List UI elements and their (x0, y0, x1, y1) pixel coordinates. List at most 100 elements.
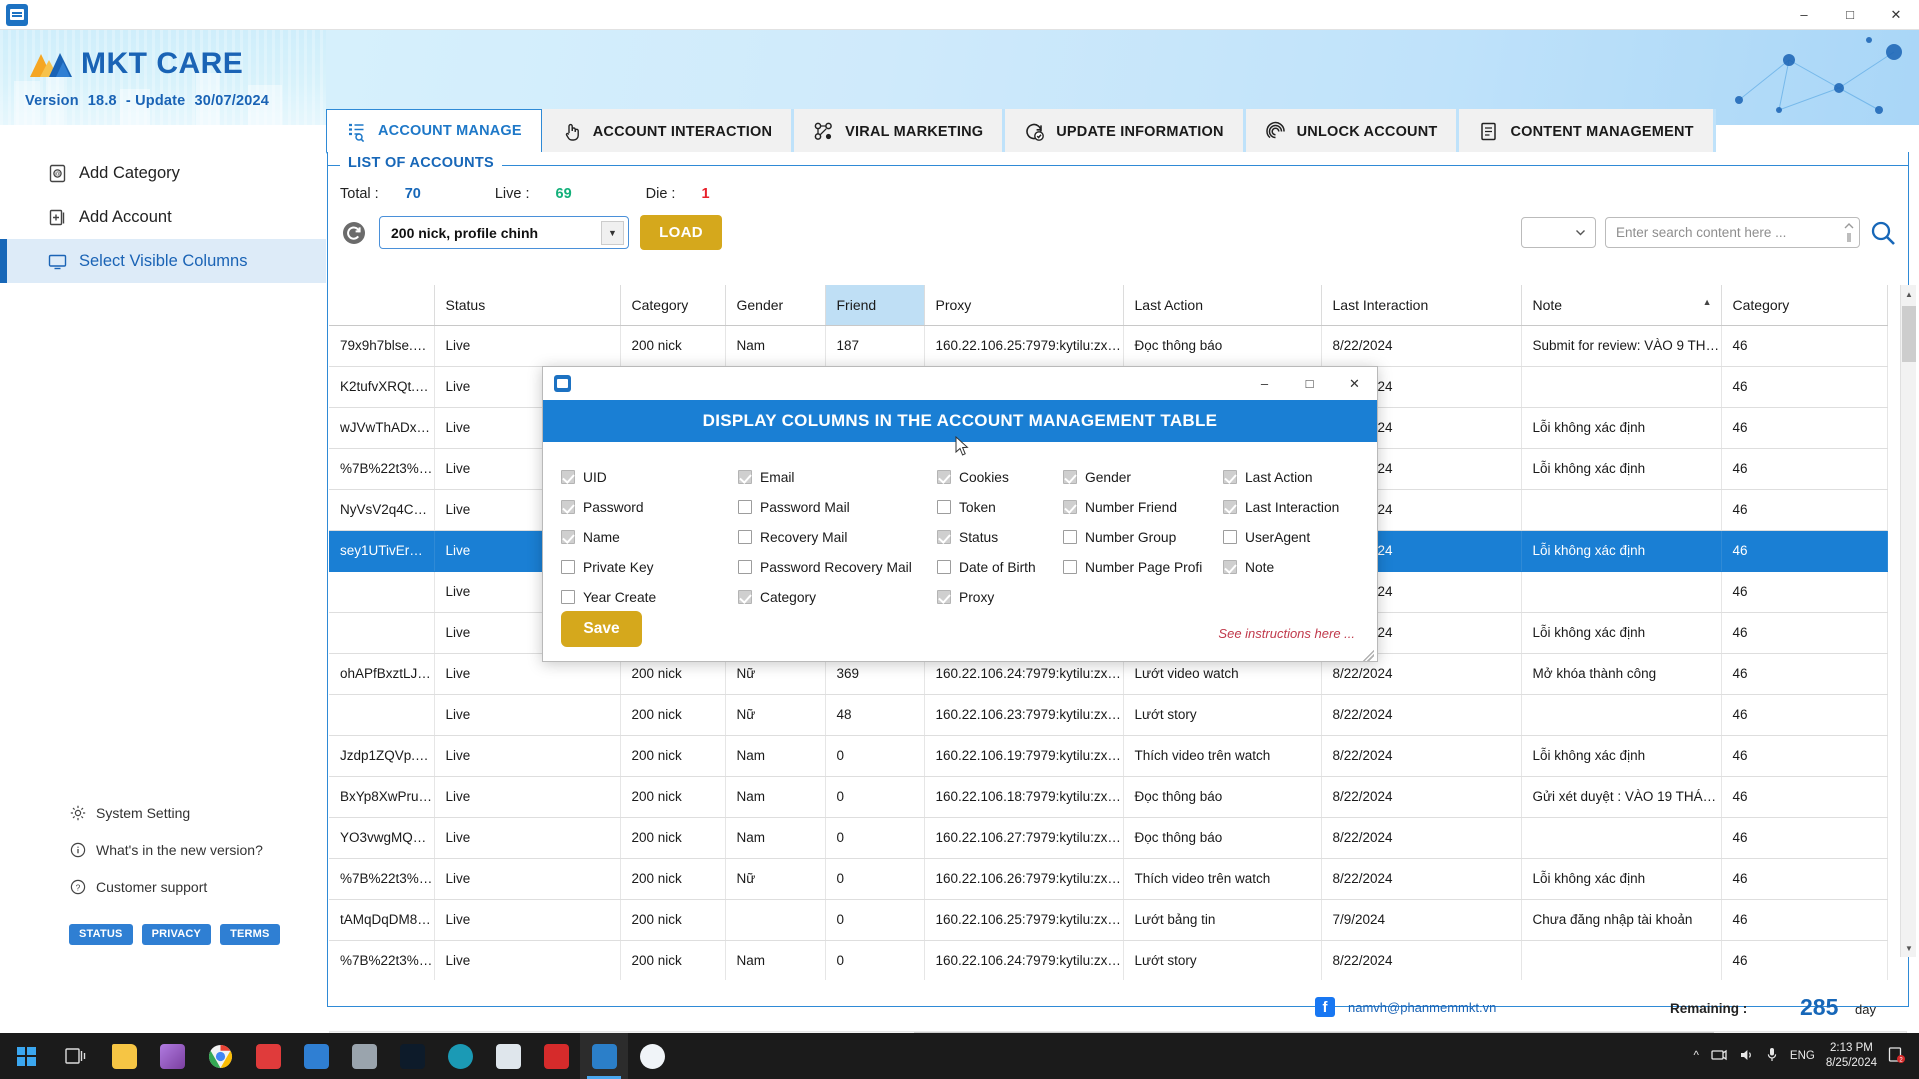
checkbox-unchecked-icon[interactable] (561, 590, 575, 604)
column-header-friend[interactable]: Friend (825, 285, 925, 326)
checkbox-unchecked-icon[interactable] (937, 560, 951, 574)
checkbox-unchecked-icon[interactable] (738, 560, 752, 574)
column-header-gender[interactable]: Gender (725, 285, 826, 326)
checkbox-unchecked-icon[interactable] (937, 500, 951, 514)
window-minimize-button[interactable]: – (1781, 0, 1827, 30)
blue-app-icon[interactable] (292, 1033, 340, 1079)
checkbox-recovery-mail[interactable]: Recovery Mail (738, 522, 937, 552)
checkbox-cookies[interactable]: Cookies (937, 462, 1063, 492)
table-row[interactable]: YO3vwgMQa.AWV...Live200 nickNam0160.22.1… (329, 817, 1888, 859)
checkbox-last-action[interactable]: Last Action (1223, 462, 1383, 492)
checkbox-proxy[interactable]: Proxy (937, 582, 1063, 612)
checkbox-checked-icon[interactable] (1223, 470, 1237, 484)
checkbox-unchecked-icon[interactable] (1063, 560, 1077, 574)
dialog-close-button[interactable]: ✕ (1332, 367, 1377, 400)
checkbox-gender[interactable]: Gender (1063, 462, 1223, 492)
checkbox-category[interactable]: Category (738, 582, 937, 612)
checkbox-password[interactable]: Password (561, 492, 738, 522)
checkbox-checked-icon[interactable] (561, 500, 575, 514)
column-header-uid[interactable] (329, 285, 435, 326)
microphone-icon[interactable] (1766, 1047, 1778, 1065)
checkbox-token[interactable]: Token (937, 492, 1063, 522)
checkbox-unchecked-icon[interactable] (1063, 530, 1077, 544)
column-header-category[interactable]: Category (620, 285, 726, 326)
checkbox-checked-icon[interactable] (561, 470, 575, 484)
checkbox-unchecked-icon[interactable] (1223, 530, 1237, 544)
start-button[interactable] (0, 1046, 52, 1066)
sidebar-item-add-category[interactable]: @ Add Category (0, 151, 326, 195)
table-row[interactable]: Jzdp1ZQVp.AWWk...Live200 nickNam0160.22.… (329, 735, 1888, 777)
table-row[interactable]: 79x9h7blse.AWWn...Live200 nickNam187160.… (329, 325, 1888, 367)
column-header-last-interaction[interactable]: Last Interaction (1321, 285, 1522, 326)
store-icon[interactable] (244, 1033, 292, 1079)
see-instructions-link[interactable]: See instructions here ... (1218, 626, 1355, 641)
checkbox-unchecked-icon[interactable] (561, 560, 575, 574)
dialog-resize-grip[interactable] (1363, 650, 1374, 661)
sidebar-item-select-visible-columns[interactable]: Select Visible Columns (0, 239, 326, 283)
printer-app-icon[interactable] (340, 1033, 388, 1079)
column-header-category2[interactable]: Category (1721, 285, 1888, 326)
table-vertical-scrollbar[interactable]: ▲ ▼ (1900, 285, 1916, 957)
checkbox-private-key[interactable]: Private Key (561, 552, 738, 582)
light-app-icon[interactable] (484, 1033, 532, 1079)
tab-unlock-account[interactable]: UNLOCK ACCOUNT (1245, 109, 1460, 154)
mkt-care-taskbar-icon[interactable] (580, 1033, 628, 1079)
tab-account-manage[interactable]: ACCOUNT MANAGE (326, 109, 542, 154)
dialog-minimize-button[interactable]: – (1242, 367, 1287, 400)
refresh-icon[interactable] (340, 219, 368, 247)
checkbox-status[interactable]: Status (937, 522, 1063, 552)
checkbox-name[interactable]: Name (561, 522, 738, 552)
teal-app-icon[interactable] (436, 1033, 484, 1079)
checkbox-unchecked-icon[interactable] (738, 530, 752, 544)
checkbox-checked-icon[interactable] (1223, 500, 1237, 514)
window-close-button[interactable]: ✕ (1873, 0, 1919, 30)
checkbox-uid[interactable]: UID (561, 462, 738, 492)
network-icon[interactable] (1711, 1048, 1727, 1065)
checkbox-last-interaction[interactable]: Last Interaction (1223, 492, 1383, 522)
checkbox-checked-icon[interactable] (561, 530, 575, 544)
load-button[interactable]: LOAD (640, 215, 722, 250)
checkbox-note[interactable]: Note (1223, 552, 1383, 582)
search-field-select[interactable] (1521, 217, 1596, 248)
dark-app-icon[interactable] (388, 1033, 436, 1079)
checkbox-checked-icon[interactable] (937, 530, 951, 544)
language-indicator[interactable]: ENG (1790, 1050, 1815, 1062)
checkbox-number-page-profi[interactable]: Number Page Profi (1063, 552, 1223, 582)
checkbox-date-of-birth[interactable]: Date of Birth (937, 552, 1063, 582)
checkbox-useragent[interactable]: UserAgent (1223, 522, 1383, 552)
show-hidden-icons-icon[interactable]: ^ (1694, 1050, 1699, 1062)
notification-center-icon[interactable]: 2 (1888, 1046, 1905, 1066)
checkbox-password-mail[interactable]: Password Mail (738, 492, 937, 522)
checkbox-number-friend[interactable]: Number Friend (1063, 492, 1223, 522)
file-explorer-icon[interactable] (100, 1033, 148, 1079)
red-app-icon[interactable] (532, 1033, 580, 1079)
column-header-proxy[interactable]: Proxy (924, 285, 1124, 326)
table-row[interactable]: BxYp8XwPruv3A%3...Live200 nickNam0160.22… (329, 776, 1888, 818)
tab-content-management[interactable]: CONTENT MANAGEMENT (1459, 109, 1716, 154)
checkbox-year-create[interactable]: Year Create (561, 582, 738, 612)
search-icon[interactable] (1869, 219, 1897, 247)
column-header-status[interactable]: Status (434, 285, 621, 326)
table-row[interactable]: %7B%22t3%22%3...Live200 nickNữ0160.22.10… (329, 858, 1888, 900)
chevron-down-icon[interactable]: ▼ (601, 221, 624, 245)
checkbox-checked-icon[interactable] (738, 590, 752, 604)
chrome-icon[interactable] (196, 1033, 244, 1079)
task-view-button[interactable] (52, 1033, 100, 1079)
checkbox-unchecked-icon[interactable] (738, 500, 752, 514)
privacy-pill[interactable]: PRIVACY (141, 924, 212, 945)
sidebar-item-customer-support[interactable]: ? Customer support (0, 868, 326, 905)
checkbox-number-group[interactable]: Number Group (1063, 522, 1223, 552)
category-select[interactable]: 200 nick, profile chinh ▼ (379, 216, 629, 249)
checkbox-checked-icon[interactable] (937, 470, 951, 484)
terms-pill[interactable]: TERMS (220, 924, 280, 945)
search-spinner[interactable] (1842, 221, 1855, 246)
zalo-icon[interactable] (628, 1033, 676, 1079)
checkbox-checked-icon[interactable] (1223, 560, 1237, 574)
facebook-icon[interactable]: f (1315, 997, 1335, 1017)
window-maximize-button[interactable]: □ (1827, 0, 1873, 30)
dialog-maximize-button[interactable]: □ (1287, 367, 1332, 400)
contact-email[interactable]: namvh@phanmemmkt.vn (1348, 1000, 1496, 1015)
checkbox-checked-icon[interactable] (738, 470, 752, 484)
tab-update-information[interactable]: UPDATE INFORMATION (1005, 109, 1246, 154)
column-header-last-action[interactable]: Last Action (1123, 285, 1322, 326)
